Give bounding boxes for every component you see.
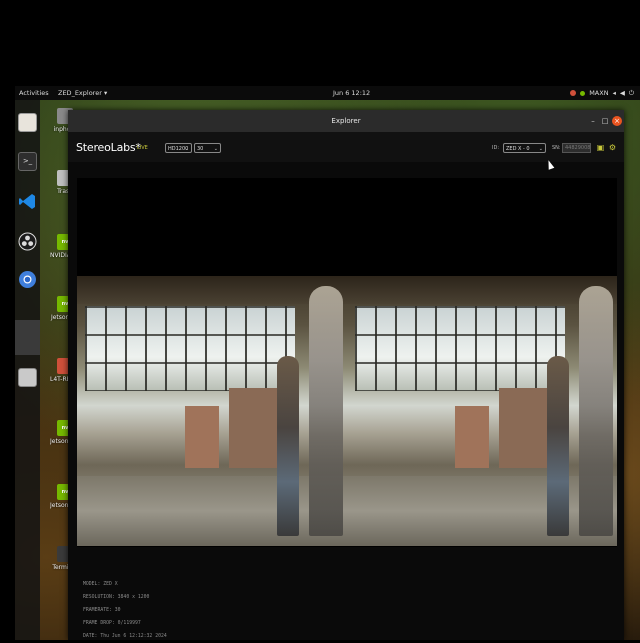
window-title: Explorer	[331, 117, 361, 125]
obs-icon[interactable]	[18, 232, 37, 251]
video-viewport[interactable]	[77, 178, 617, 547]
serial-number-field[interactable]: 44829008	[562, 143, 591, 153]
stereo-video-feed	[77, 276, 617, 546]
camera-select[interactable]: ZED X - 0 ⌄	[503, 143, 546, 153]
minimize-button[interactable]: –	[588, 116, 598, 126]
info-resolution: RESOLUTION: 3840 x 1200	[83, 595, 150, 600]
brand-logo: StereoLabs*	[76, 141, 141, 154]
serial-label: SN:	[552, 145, 561, 151]
network-icon[interactable]: ◂	[613, 86, 616, 100]
dock: >_	[15, 100, 40, 640]
close-button[interactable]: ×	[612, 116, 622, 126]
toolbar: StereoLabs* LIVE HD1200 ⌄ 30 ⌄ ID: ZED X…	[68, 132, 624, 162]
power-icon[interactable]: ⏻	[629, 86, 634, 100]
chevron-down-icon: ⌄	[538, 146, 543, 152]
chromium-icon[interactable]	[18, 270, 37, 289]
chevron-down-icon: ⌄	[184, 146, 189, 152]
apps-grid-icon[interactable]	[18, 405, 37, 424]
right-camera-view	[347, 276, 617, 546]
resolution-select[interactable]: HD1200 ⌄	[165, 143, 192, 153]
clock[interactable]: Jun 6 12:12	[333, 86, 370, 100]
kiosk	[229, 388, 279, 468]
info-date: DATE: Thu Jun 6 12:12:32 2024	[83, 634, 167, 639]
floor	[347, 476, 617, 546]
person	[309, 286, 343, 536]
power-mode-label[interactable]: MAXN	[589, 86, 608, 100]
gear-icon[interactable]: ⚙	[608, 143, 617, 152]
vscode-icon[interactable]	[18, 192, 37, 211]
ceiling	[347, 276, 617, 304]
person	[579, 286, 613, 536]
glass-facade	[355, 306, 565, 391]
person	[277, 356, 299, 536]
info-framerate: FRAMERATE: 30	[83, 608, 121, 613]
chevron-down-icon: ⌄	[213, 146, 218, 152]
explorer-window: Explorer – □ × StereoLabs* LIVE HD1200 ⌄…	[68, 110, 624, 640]
live-indicator: LIVE	[137, 145, 148, 151]
zed-explorer-icon[interactable]	[15, 320, 40, 355]
terminal-icon[interactable]: >_	[18, 152, 37, 171]
fps-select[interactable]: 30 ⌄	[194, 143, 221, 153]
drive-icon[interactable]	[18, 368, 37, 387]
system-tray[interactable]: MAXN ◂ ◀ ⏻	[570, 86, 634, 100]
camera-icon[interactable]: ▣	[596, 143, 605, 152]
kiosk	[499, 388, 549, 468]
person	[547, 356, 569, 536]
camera-info-panel: MODEL: ZED X RESOLUTION: 3840 x 1200 FRA…	[83, 578, 167, 643]
glass-facade	[85, 306, 295, 391]
ceiling	[77, 276, 347, 304]
power-mode-icon[interactable]	[580, 90, 586, 96]
activities-button[interactable]: Activities	[19, 86, 49, 100]
info-frame-drop: FRAME DROP: 0/119997	[83, 621, 141, 626]
kiosk	[455, 406, 489, 468]
window-titlebar[interactable]: Explorer – □ ×	[68, 110, 624, 132]
fps-value: 30	[197, 146, 204, 152]
kiosk	[185, 406, 219, 468]
nvidia-status-icon[interactable]	[570, 90, 577, 96]
maximize-button[interactable]: □	[600, 116, 610, 126]
camera-id-label: ID:	[492, 145, 500, 151]
top-bar: Activities ZED_Explorer ▾ Jun 6 12:12 MA…	[15, 86, 640, 100]
floor	[77, 476, 347, 546]
info-model: MODEL: ZED X	[83, 582, 118, 587]
volume-icon[interactable]: ◀	[620, 86, 625, 100]
terminal-glyph: >_	[22, 157, 33, 165]
left-camera-view	[77, 276, 347, 546]
camera-value: ZED X - 0	[506, 146, 530, 152]
zed-explorer-app: StereoLabs* LIVE HD1200 ⌄ 30 ⌄ ID: ZED X…	[68, 132, 624, 640]
app-menu[interactable]: ZED_Explorer ▾	[58, 86, 107, 100]
folder-icon[interactable]	[18, 113, 37, 132]
